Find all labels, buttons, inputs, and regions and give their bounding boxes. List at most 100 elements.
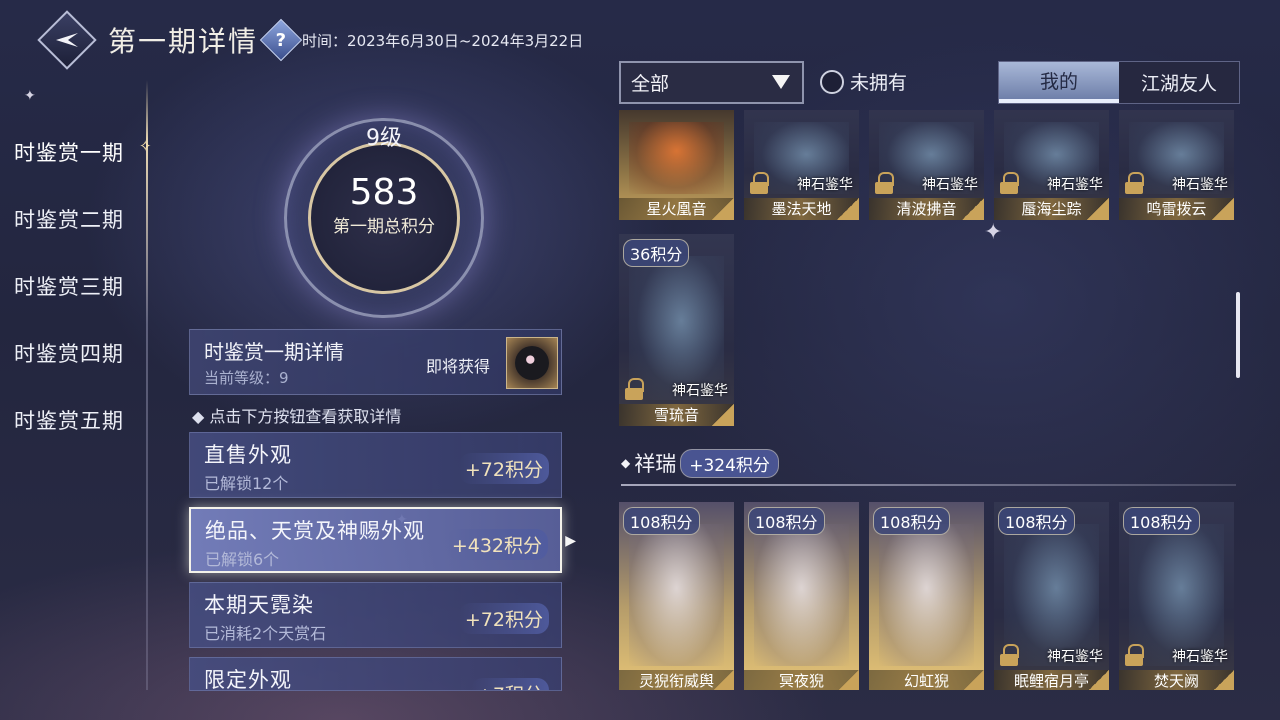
back-arrow-icon: [56, 33, 78, 47]
lock-icon: [1125, 644, 1144, 666]
grid-scrollbar[interactable]: [1236, 292, 1240, 378]
lock-icon: [875, 172, 894, 194]
item-card[interactable]: 星火凰音: [619, 110, 734, 220]
corner-ribbon-icon: [962, 670, 984, 690]
item-points-badge: 108积分: [873, 507, 950, 535]
tab-mine[interactable]: 我的: [999, 62, 1119, 103]
lock-icon: [1000, 172, 1019, 194]
corner-ribbon-icon: [837, 198, 859, 220]
item-card[interactable]: 108积分 神石鉴华 焚天阙: [1119, 502, 1234, 690]
filter-dropdown[interactable]: 全部: [619, 61, 804, 104]
category-title: 直售外观: [204, 443, 292, 467]
item-tag: 神石鉴华: [1172, 177, 1228, 193]
category-points: +7积分: [470, 678, 549, 690]
item-artwork: [1004, 524, 1099, 666]
category-points: +432积分: [445, 529, 548, 560]
coming-reward-thumbnail[interactable]: [506, 337, 558, 389]
page-title: 第一期详情: [108, 25, 259, 58]
nav-item-period-1[interactable]: 时鉴赏一期: [14, 118, 154, 185]
item-card[interactable]: 神石鉴华 墨法天地: [744, 110, 859, 220]
item-artwork: [629, 524, 724, 666]
item-points-badge: 108积分: [1123, 507, 1200, 535]
category-premium[interactable]: 绝品、天赏及神赐外观 已解锁6个 +432积分 ▶: [189, 507, 576, 573]
hint-text: ◆ 点击下方按钮查看获取详情: [192, 407, 402, 426]
owner-tabs: 我的 江湖友人: [998, 61, 1240, 104]
selected-arrow-icon: ▶: [565, 533, 576, 549]
sparkle-icon: ✦: [24, 88, 36, 104]
item-tag: 神石鉴华: [1047, 177, 1103, 193]
item-card[interactable]: 神石鉴华 蜃海尘踪: [994, 110, 1109, 220]
item-points-badge: 108积分: [748, 507, 825, 535]
item-tag: 神石鉴华: [1172, 649, 1228, 665]
coming-reward-label: 即将获得: [426, 357, 491, 376]
tab-friends[interactable]: 江湖友人: [1119, 62, 1239, 103]
item-artwork: [629, 256, 724, 400]
category-dye[interactable]: 本期天霓染 已消耗2个天赏石 +72积分: [189, 582, 562, 648]
nav-item-period-4[interactable]: 时鉴赏四期: [14, 319, 154, 386]
item-card[interactable]: 108积分 灵猊衔威舆: [619, 502, 734, 690]
item-artwork: [754, 524, 849, 666]
item-tag: 神石鉴华: [797, 177, 853, 193]
category-points: +72积分: [458, 603, 549, 634]
item-tag: 神石鉴华: [672, 383, 728, 399]
category-sub: 已解锁12个: [204, 474, 289, 493]
category-sub: 已消耗2个天赏石: [204, 624, 327, 643]
corner-ribbon-icon: [1087, 670, 1109, 690]
item-card[interactable]: 108积分 幻虹猊: [869, 502, 984, 690]
section-points: +324积分: [680, 448, 779, 478]
triangle-down-icon: [772, 75, 790, 89]
category-sub: 已解锁6个: [205, 550, 280, 569]
corner-ribbon-icon: [962, 198, 984, 220]
date-range: 2023年6月30日~2024年3月22日: [347, 31, 584, 50]
category-direct-sale[interactable]: 直售外观 已解锁12个 +72积分: [189, 432, 562, 498]
reward-icon: [515, 346, 549, 380]
radio-circle-icon[interactable]: [820, 69, 844, 94]
unowned-toggle[interactable]: 未拥有: [820, 68, 907, 95]
help-button[interactable]: ?: [259, 18, 303, 62]
item-artwork: [879, 524, 974, 666]
corner-ribbon-icon: [837, 670, 859, 690]
back-button[interactable]: [37, 10, 97, 70]
item-card[interactable]: 36积分 神石鉴华 雪琉音: [619, 234, 734, 426]
item-points-badge: 36积分: [623, 239, 690, 267]
category-title: 绝品、天赏及神赐外观: [205, 519, 425, 543]
period-details-panel: 时鉴赏一期详情 当前等级：9 即将获得: [189, 329, 562, 395]
question-mark-icon: ?: [275, 29, 287, 51]
category-title: 本期天霓染: [204, 593, 314, 617]
nav-item-period-2[interactable]: 时鉴赏二期: [14, 185, 154, 252]
section-header: ◆ 祥瑞 +324积分: [621, 448, 779, 478]
item-card[interactable]: 108积分 神石鉴华 眠鲤宿月亭: [994, 502, 1109, 690]
item-points-badge: 108积分: [998, 507, 1075, 535]
corner-ribbon-icon: [712, 404, 734, 426]
corner-ribbon-icon: [712, 670, 734, 690]
corner-ribbon-icon: [1212, 198, 1234, 220]
item-points-badge: 108积分: [623, 507, 700, 535]
item-card[interactable]: 神石鉴华 清波拂音: [869, 110, 984, 220]
lock-icon: [750, 172, 769, 194]
category-limited[interactable]: 限定外观 +7积分: [189, 657, 562, 691]
score-ring: 9级 583 第一期总积分: [284, 118, 484, 318]
item-tag: 神石鉴华: [922, 177, 978, 193]
score-level: 9级: [366, 126, 402, 151]
category-points: +72积分: [458, 453, 549, 484]
nav-item-period-5[interactable]: 时鉴赏五期: [14, 386, 154, 453]
corner-ribbon-icon: [1087, 198, 1109, 220]
category-list: 直售外观 已解锁12个 +72积分 绝品、天赏及神赐外观 已解锁6个 +432积…: [189, 432, 576, 700]
nav-item-period-3[interactable]: 时鉴赏三期: [14, 252, 154, 319]
item-artwork: [629, 122, 724, 194]
corner-ribbon-icon: [712, 198, 734, 220]
score-label: 第一期总积分: [333, 217, 435, 237]
unowned-label: 未拥有: [850, 72, 908, 94]
current-level: 当前等级：9: [204, 369, 289, 387]
item-grid: 星火凰音 神石鉴华 墨法天地 神石鉴华 清波拂音 神石鉴华 蜃海尘踪 神石鉴华 鸣雷拨云 36积分…: [619, 110, 1239, 690]
header-bar: 第一期详情 ? 时间： 2023年6月30日~2024年3月22日: [37, 10, 584, 70]
diamond-bullet-icon: ◆: [621, 456, 631, 470]
period-nav: 时鉴赏一期 时鉴赏二期 时鉴赏三期 时鉴赏四期 时鉴赏五期: [14, 118, 154, 453]
lock-icon: [625, 378, 644, 400]
item-card[interactable]: 108积分 冥夜猊: [744, 502, 859, 690]
item-card[interactable]: 神石鉴华 鸣雷拨云: [1119, 110, 1234, 220]
section-divider: [621, 484, 1236, 486]
section-title: 祥瑞: [634, 452, 677, 476]
item-artwork: [1129, 524, 1224, 666]
category-title: 限定外观: [204, 668, 292, 691]
